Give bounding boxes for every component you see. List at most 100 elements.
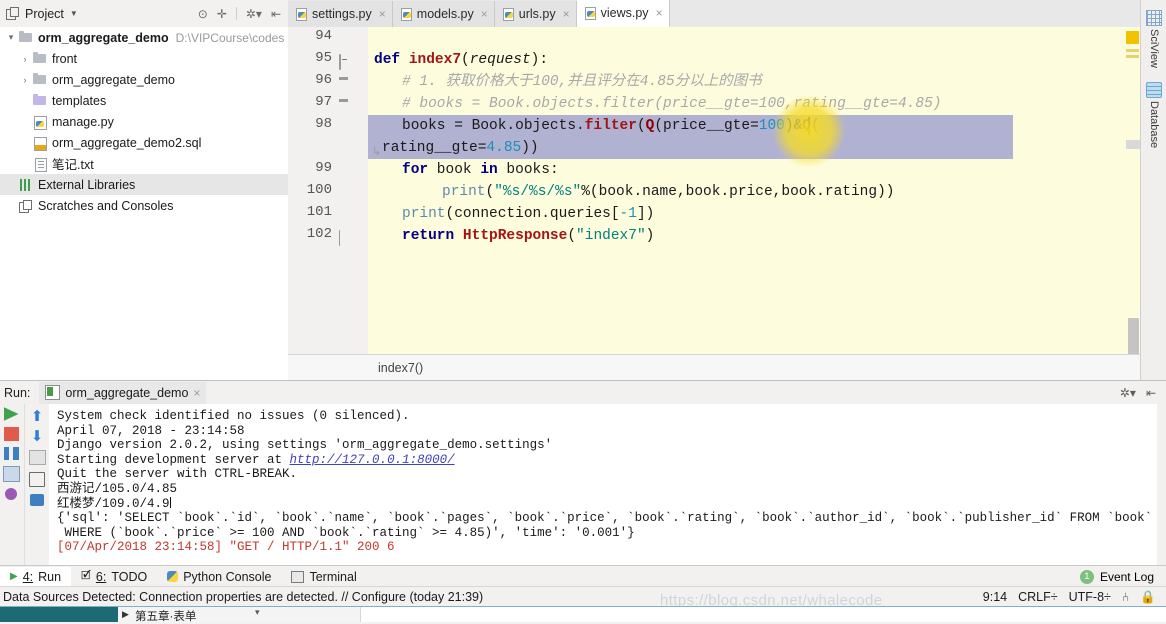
tree-item-label: front [52,51,78,66]
run-panel-header: Run: orm_aggregate_demo × ✲▾ ⇤ [0,381,1166,404]
run-toolbar-left [0,404,22,569]
tree-item-scratches-and-consoles[interactable]: Scratches and Consoles [0,195,288,216]
expand-all-icon[interactable]: ✛ [217,8,227,20]
chevron-down-icon[interactable]: ▼ [70,9,78,18]
scroll-up-icon[interactable]: ⬆ [31,409,44,424]
code-text: %(book.name,book.price,book.rating)) [581,184,895,200]
breadcrumb[interactable]: index7() [288,354,1140,381]
close-icon[interactable]: × [481,7,488,21]
chevron-down-icon[interactable]: ▾ [255,607,260,618]
bottom-tab-python-console[interactable]: Python Console [157,567,281,587]
file-encoding[interactable]: UTF-8÷ [1069,590,1111,604]
chevron-right-icon[interactable]: › [18,75,32,85]
function-name: index7 [408,52,462,68]
bottom-tab-todo[interactable]: 🗹 6: TODO [71,567,157,587]
console-line: Django version 2.0.2, using settings 'or… [57,438,553,453]
console-line: 红楼梦/109.0/4.9 [57,496,170,511]
line-separator[interactable]: CRLF÷ [1018,590,1058,604]
fold-region-icon[interactable] [339,78,350,89]
tool-button-database[interactable]: Database [1141,78,1166,148]
code-content[interactable]: def index7(request): # 1. 获取价格大于100,并且评分… [368,27,1140,354]
warning-stripe[interactable] [1126,49,1139,52]
bottom-tab-run[interactable]: ▶ 4: Run [0,566,72,587]
tree-item-label: 笔记.txt [52,158,94,172]
folder-icon [32,51,48,66]
console-link[interactable]: http://127.0.0.1:8000/ [290,453,455,467]
editor-scrollbar-track[interactable] [1126,27,1140,354]
tree-item-orm-aggregate-demo-pkg[interactable]: › orm_aggregate_demo [0,69,288,90]
tree-item-templates[interactable]: templates [0,90,288,111]
fold-collapse-icon[interactable] [339,54,350,70]
soft-wrap-icon[interactable] [28,450,46,465]
console-output[interactable]: System check identified no issues (0 sil… [49,404,1157,571]
locate-icon[interactable]: ⊙ [198,8,208,20]
project-tree[interactable]: ▾ orm_aggregate_demo D:\VIPCourse\codes … [0,27,289,380]
tree-item-sql-file[interactable]: orm_aggregate_demo2.sql [0,132,288,153]
code-text: (price__gte= [654,118,759,134]
close-icon[interactable]: × [379,7,386,21]
collapse-icon[interactable]: ⇤ [271,8,281,20]
close-icon[interactable]: × [656,6,663,20]
console-caret [169,496,171,508]
library-icon [18,177,34,192]
tree-item-external-libraries[interactable]: External Libraries [0,174,288,195]
keyword-def: def [374,52,401,68]
run-toolbar-secondary: ⬆ ⬇ [24,404,49,572]
lock-icon[interactable]: 🔒 [1140,590,1156,605]
paren-close: ) [645,228,655,244]
expand-triangle-icon[interactable]: ▶ [122,609,129,620]
warning-stripe[interactable] [1126,55,1139,58]
fold-end-icon[interactable] [339,230,350,246]
settings-icon[interactable]: ✲▾ [246,8,262,20]
tree-item-orm-aggregate-demo[interactable]: ▾ orm_aggregate_demo D:\VIPCourse\codes [0,27,288,48]
code-text: books: [497,162,559,178]
run-config-label: orm_aggregate_demo [65,385,189,400]
console-line: Quit the server with CTRL-BREAK. [57,467,298,482]
editor-gutter[interactable]: 94 95 96 97 98 99 100 101 102 [288,27,369,354]
tab-settings-py[interactable]: settings.py × [288,1,393,27]
bottom-tab-terminal[interactable]: Terminal [281,567,366,587]
number-literal: -1 [619,206,637,222]
paren-close: ): [530,52,549,68]
scroll-down-icon[interactable]: ⬇ [31,429,44,444]
console-line: {'sql': 'SELECT `book`.`id`, `book`.`nam… [57,511,1153,526]
project-icon [5,6,19,21]
caret-position[interactable]: 9:14 [983,590,1007,604]
print-icon[interactable] [30,494,44,506]
code-line-97: # books = Book.objects.filter(price__gte… [402,93,942,115]
pycharm-window: Project ▼ ⊙ ✛ ✲▾ ⇤ ▾ orm_aggregate_demo … [0,0,1166,623]
hide-icon[interactable]: ⇤ [1146,386,1156,400]
python-file-icon [32,114,48,130]
parameter: request [469,52,531,68]
stop-icon[interactable] [3,427,19,441]
event-log-label[interactable]: Event Log [1100,570,1154,584]
line-number: 94 [315,28,332,44]
tree-item-front[interactable]: › front [0,48,288,69]
tab-urls-py[interactable]: urls.py × [494,1,577,27]
thread-dump-icon[interactable] [2,466,20,482]
chevron-down-icon[interactable]: ▾ [4,32,18,43]
paren: ( [461,52,470,68]
chevron-right-icon[interactable]: › [18,54,32,64]
close-icon[interactable]: × [563,7,570,21]
tree-item-manage-py[interactable]: manage.py [0,111,288,132]
settings-icon[interactable]: ✲▾ [1120,386,1136,400]
pin-icon[interactable] [5,488,17,500]
run-config-tab[interactable]: orm_aggregate_demo × [39,381,207,404]
pause-icon[interactable] [3,447,19,460]
tree-item-notes-txt[interactable]: 笔记.txt [0,153,288,174]
builtin-print: print [442,184,486,200]
tree-item-label: orm_aggregate_demo [38,30,169,45]
fold-region-icon[interactable] [339,100,350,111]
tool-button-sciview[interactable]: SciView [1141,6,1166,68]
code-line-98-wrap: rating__gte=4.85)) [382,137,539,159]
rerun-icon[interactable] [3,407,19,421]
tab-models-py[interactable]: models.py × [392,1,495,27]
warning-marker-icon[interactable] [1126,31,1139,44]
keyword-for: for [402,162,429,178]
branch-icon[interactable]: ⑃ [1122,590,1130,604]
tab-views-py[interactable]: views.py × [576,0,670,27]
export-icon[interactable] [29,472,45,487]
close-icon[interactable]: × [193,386,200,400]
comment-text: # 1. 获取价格大于100,并且评分在4.85分以上的图书 [402,74,762,90]
